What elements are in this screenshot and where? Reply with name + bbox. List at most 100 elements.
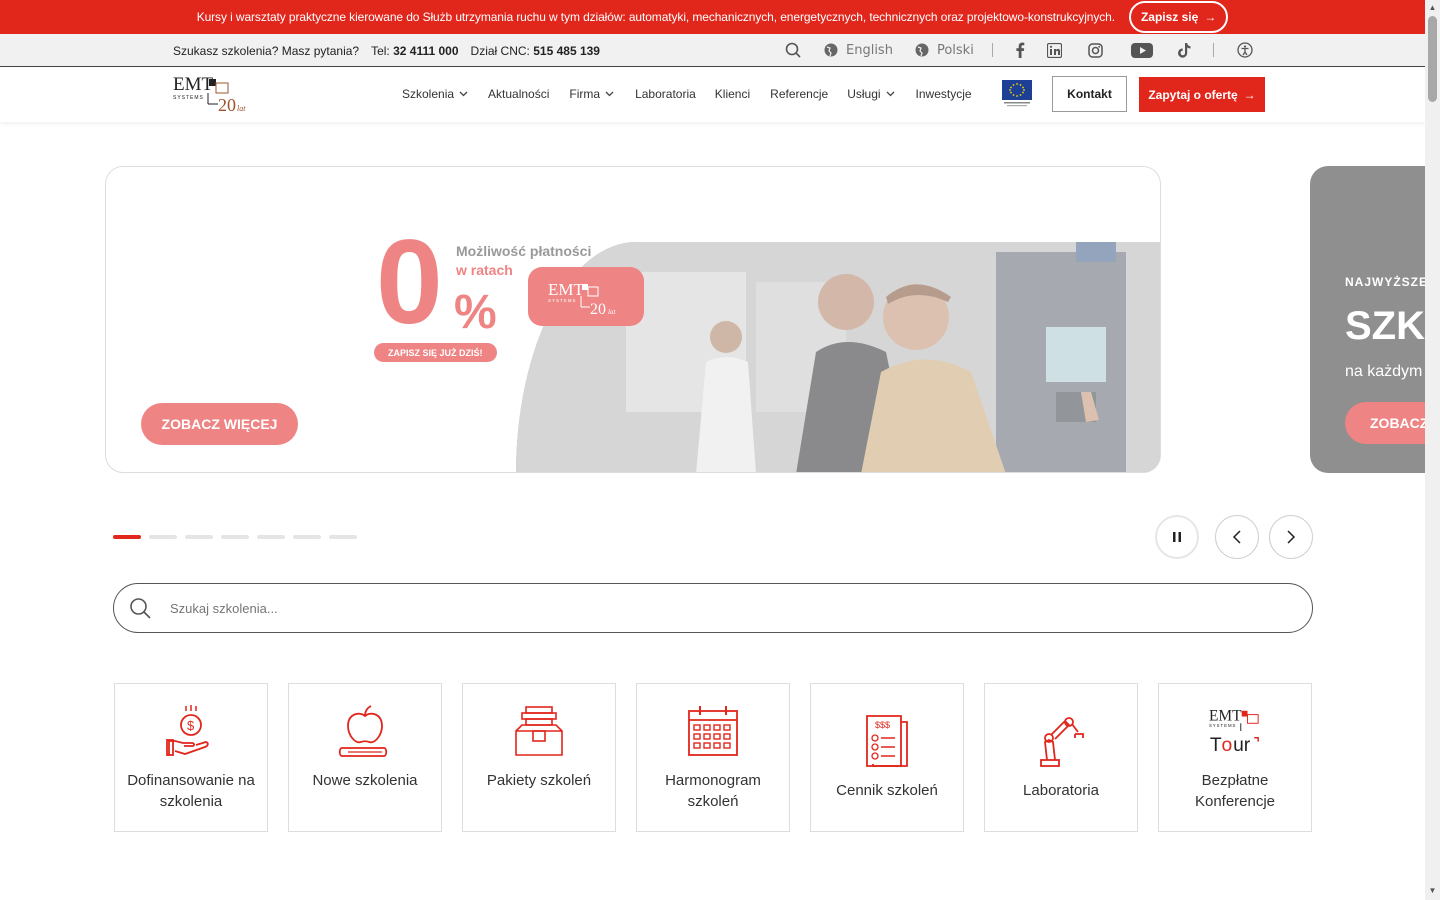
see-more-button[interactable]: ZOBACZ WIĘCEJ bbox=[141, 403, 298, 445]
chevron-down-icon bbox=[459, 91, 468, 97]
info-question: Szukasz szkolenia? Masz pytania? bbox=[173, 44, 360, 58]
svg-text:ur: ur bbox=[1233, 735, 1251, 756]
carousel-prev-button[interactable] bbox=[1215, 515, 1259, 559]
tile-schedule[interactable]: Harmonogram szkoleń bbox=[636, 683, 790, 832]
chevron-left-icon bbox=[1232, 530, 1241, 544]
svg-text:SYSTEMS: SYSTEMS bbox=[1209, 723, 1236, 728]
svg-text:20: 20 bbox=[590, 301, 606, 318]
nav-item-referencje[interactable]: Referencje bbox=[770, 87, 828, 101]
tile-price-list[interactable]: $$$ Cennik szkoleń bbox=[810, 683, 964, 832]
nav-item-uslugi[interactable]: Usługi bbox=[847, 87, 895, 101]
contact-button[interactable]: Kontakt bbox=[1052, 76, 1127, 112]
search-icon[interactable] bbox=[128, 596, 152, 620]
page-scrollbar[interactable]: ▲ ▼ bbox=[1425, 0, 1440, 900]
quick-links: $ Dofinansowanie na szkolenia Nowe szkol… bbox=[114, 683, 1312, 832]
tile-label: Dofinansowanie na szkolenia bbox=[127, 772, 255, 810]
emt-systems-logo[interactable]: EMT SYSTEMS 20 lat bbox=[173, 72, 251, 115]
carousel-dot[interactable] bbox=[221, 535, 249, 539]
tile-label: Pakiety szkoleń bbox=[486, 772, 592, 789]
tile-label: Cennik szkoleń bbox=[836, 782, 938, 799]
slide2-see-more-button[interactable]: ZOBACZ bbox=[1345, 402, 1425, 444]
svg-text:o: o bbox=[1222, 735, 1233, 756]
phone-info[interactable]: Tel: 32 4111 000 bbox=[371, 44, 458, 58]
scroll-down-icon[interactable]: ▼ bbox=[1428, 886, 1437, 895]
svg-text:20: 20 bbox=[218, 95, 236, 114]
arrow-right-icon: → bbox=[1204, 10, 1217, 24]
search-icon[interactable] bbox=[784, 41, 802, 59]
chevron-right-icon bbox=[1287, 530, 1296, 544]
language-english[interactable]: English bbox=[824, 43, 893, 58]
accessibility-icon[interactable] bbox=[1236, 41, 1254, 59]
svg-text:EMT: EMT bbox=[1209, 707, 1242, 724]
robot-arm-icon bbox=[1034, 714, 1088, 768]
scrollbar-thumb[interactable] bbox=[1428, 16, 1437, 102]
price-list-icon: $$$ bbox=[860, 714, 914, 768]
training-search-input[interactable] bbox=[170, 600, 1170, 616]
nav-item-szkolenia[interactable]: Szkolenia bbox=[402, 87, 468, 101]
tile-training-packages[interactable]: Pakiety szkoleń bbox=[462, 683, 616, 832]
tiktok-icon[interactable] bbox=[1175, 41, 1193, 59]
nav-menu: Szkolenia Aktualności Firma Laboratoria … bbox=[402, 87, 972, 101]
apple-book-icon bbox=[338, 704, 392, 758]
arrow-right-icon: → bbox=[1243, 87, 1256, 102]
info-bar: Szukasz szkolenia? Masz pytania? Tel: 32… bbox=[0, 34, 1425, 67]
request-offer-label: Zapytaj o ofertę bbox=[1148, 87, 1238, 102]
linkedin-icon[interactable] bbox=[1046, 41, 1064, 59]
tile-label: Laboratoria bbox=[1023, 782, 1099, 799]
globe-icon bbox=[915, 43, 929, 57]
facebook-icon[interactable] bbox=[1011, 41, 1029, 59]
youtube-icon[interactable] bbox=[1130, 41, 1153, 59]
promo-bar: Kursy i warsztaty praktyczne kierowane d… bbox=[0, 0, 1425, 34]
tile-new-trainings[interactable]: Nowe szkolenia bbox=[288, 683, 442, 832]
chevron-down-icon bbox=[605, 91, 614, 97]
calendar-icon bbox=[686, 704, 740, 758]
request-offer-button[interactable]: Zapytaj o ofertę → bbox=[1139, 77, 1265, 112]
promo-signup-label: Zapisz się bbox=[1140, 10, 1199, 24]
carousel-dot[interactable] bbox=[185, 535, 213, 539]
promo-signup-button[interactable]: Zapisz się → bbox=[1128, 1, 1229, 33]
slide2-kicker: NAJWYŻSZE bbox=[1345, 275, 1425, 289]
svg-text:$: $ bbox=[187, 718, 195, 733]
divider bbox=[1212, 43, 1214, 57]
carousel-dot[interactable] bbox=[293, 535, 321, 539]
nav-item-klienci[interactable]: Klienci bbox=[715, 87, 750, 101]
nav-item-aktualnosci[interactable]: Aktualności bbox=[488, 87, 549, 101]
tile-funding[interactable]: $ Dofinansowanie na szkolenia bbox=[114, 683, 268, 832]
tile-label: Harmonogram szkoleń bbox=[665, 772, 761, 810]
tile-laboratories[interactable]: Laboratoria bbox=[984, 683, 1138, 832]
signup-today-badge: ZAPISZ SIĘ JUŻ DZIŚ! bbox=[374, 343, 497, 362]
globe-icon bbox=[824, 43, 838, 57]
nav-item-inwestycje[interactable]: Inwestycje bbox=[916, 87, 972, 101]
package-icon bbox=[512, 704, 566, 758]
carousel-pause-button[interactable] bbox=[1155, 515, 1199, 559]
divider bbox=[991, 43, 993, 57]
zero-percent-number: 0 bbox=[376, 215, 443, 349]
carousel-dot[interactable] bbox=[329, 535, 357, 539]
slide2-title: SZKO bbox=[1345, 304, 1425, 348]
svg-text:$$$: $$$ bbox=[875, 720, 890, 730]
scroll-up-icon[interactable]: ▲ bbox=[1428, 3, 1437, 12]
training-search-bar bbox=[113, 583, 1313, 633]
cnc-phone-info[interactable]: Dział CNC: 515 485 139 bbox=[471, 44, 600, 58]
carousel-dot[interactable] bbox=[149, 535, 177, 539]
svg-text:lat: lat bbox=[608, 308, 616, 316]
eu-funding-logo[interactable] bbox=[1002, 80, 1032, 108]
svg-text:EMT: EMT bbox=[548, 280, 585, 299]
nav-item-laboratoria[interactable]: Laboratoria bbox=[635, 87, 696, 101]
percent-sign: % bbox=[454, 286, 497, 339]
promo-text: Kursy i warsztaty praktyczne kierowane d… bbox=[196, 10, 1115, 24]
svg-text:SYSTEMS: SYSTEMS bbox=[173, 95, 204, 101]
language-polish[interactable]: Polski bbox=[915, 43, 974, 58]
carousel-next-button[interactable] bbox=[1269, 515, 1313, 559]
svg-text:SYSTEMS: SYSTEMS bbox=[548, 298, 577, 303]
carousel-dot[interactable] bbox=[257, 535, 285, 539]
tile-free-conferences[interactable]: EMT SYSTEMS T o ur Bezpłatne Konferencje bbox=[1158, 683, 1312, 832]
slide2-subtitle: na każdym bbox=[1345, 363, 1423, 380]
instagram-icon[interactable] bbox=[1087, 41, 1105, 59]
hero-slide-installments[interactable]: 0 % Możliwość płatności w ratach ZAPISZ … bbox=[105, 166, 1161, 473]
chevron-down-icon bbox=[886, 91, 895, 97]
carousel-dot[interactable] bbox=[113, 535, 141, 539]
nav-item-firma[interactable]: Firma bbox=[569, 87, 614, 101]
hero-slide-next[interactable]: NAJWYŻSZE SZKO na każdym ZOBACZ bbox=[1310, 166, 1425, 473]
carousel-pagination bbox=[113, 535, 357, 539]
